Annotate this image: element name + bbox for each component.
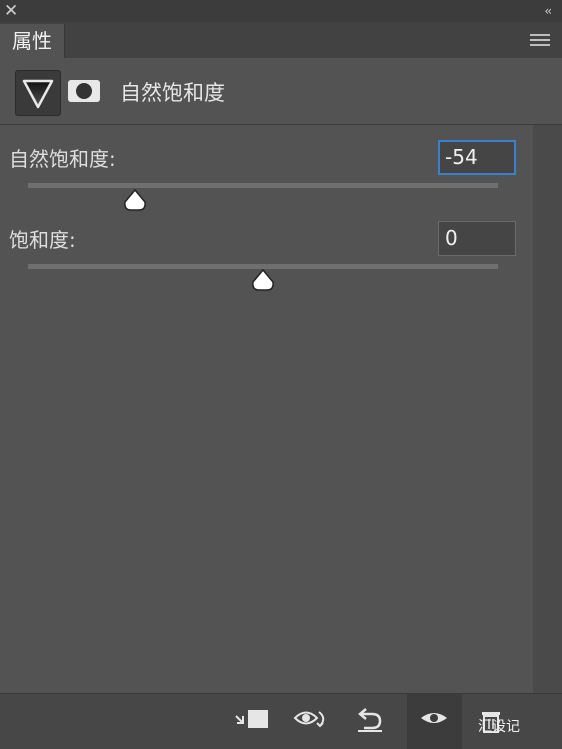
vibrance-slider-track[interactable] [28, 183, 498, 188]
vibrance-label: 自然饱和度: [9, 147, 116, 171]
reset-icon[interactable] [352, 706, 390, 736]
visibility-icon[interactable] [415, 706, 453, 736]
mask-icon[interactable] [68, 80, 100, 102]
watermark-text: 汇设记 [478, 719, 520, 735]
saturation-label: 饱和度: [9, 228, 76, 252]
vibrance-icon[interactable] [15, 70, 61, 116]
hamburger-menu-icon[interactable] [530, 34, 550, 47]
adjustment-title: 自然饱和度 [120, 81, 225, 105]
properties-header: 自然饱和度 [0, 58, 562, 125]
view-previous-state-icon[interactable] [293, 706, 331, 736]
clip-to-layer-icon[interactable] [234, 706, 272, 736]
tab-properties[interactable]: 属性 [0, 24, 65, 58]
panel-top-bar: ✕ ‹‹ [0, 0, 562, 22]
vibrance-value-input[interactable]: -54 [438, 140, 516, 175]
tab-bar: 属性 [0, 22, 562, 59]
close-icon[interactable]: ✕ [4, 1, 18, 21]
double-chevron-left-icon[interactable]: ‹‹ [544, 2, 551, 20]
scrollbar[interactable] [533, 125, 562, 693]
vibrance-slider-thumb[interactable] [123, 188, 147, 212]
saturation-value-input[interactable]: 0 [438, 221, 516, 256]
saturation-slider-thumb[interactable] [251, 268, 275, 292]
